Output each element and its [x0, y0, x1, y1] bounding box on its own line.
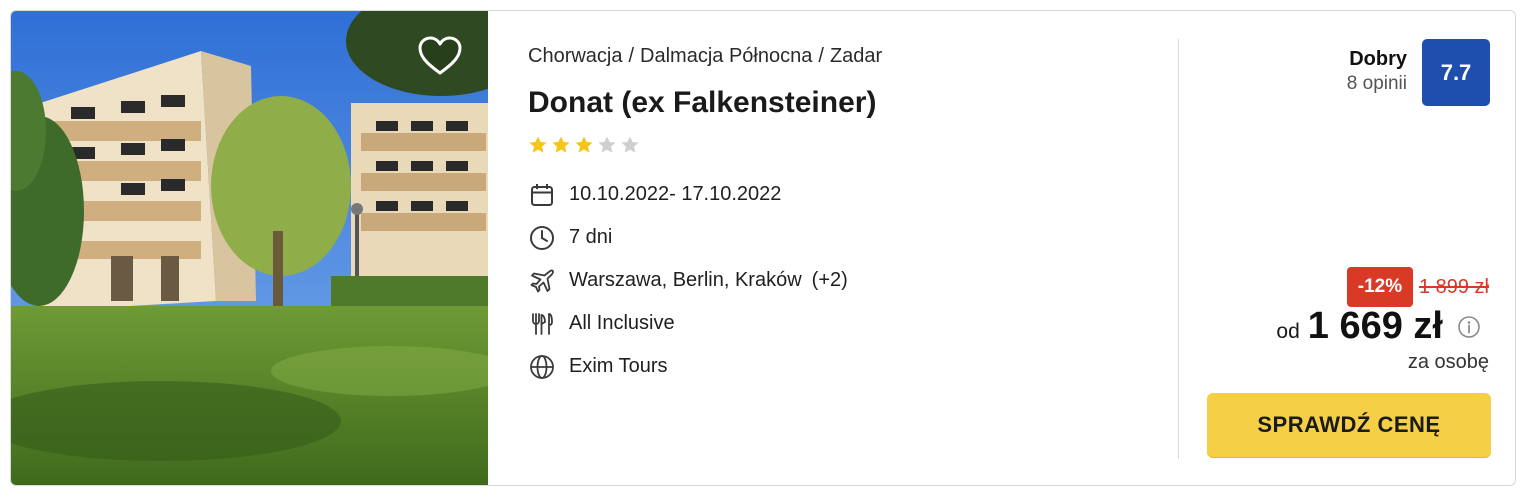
- operator-text: Exim Tours: [569, 355, 668, 377]
- offer-info: Chorwacja / Dalmacja Północna / Zadar Donat …: [528, 41, 1168, 388]
- column-divider: [1178, 39, 1179, 459]
- price-row: od 1 669 zł: [1276, 305, 1481, 348]
- star-empty-icon: [621, 136, 639, 153]
- fact-duration: 7 dni: [528, 216, 1168, 259]
- globe-icon: [528, 353, 556, 381]
- clock-icon: [528, 224, 556, 252]
- rating-summary[interactable]: Dobry 8 opinii: [1347, 47, 1407, 97]
- check-price-button[interactable]: SPRAWDŹ CENĘ: [1207, 393, 1491, 457]
- duration-text: 7 dni: [569, 226, 613, 248]
- hotel-name[interactable]: Donat (ex Falkensteiner): [528, 85, 1168, 121]
- star-empty-icon: [598, 136, 616, 153]
- fact-operator: Exim Tours: [528, 345, 1168, 388]
- offer-facts: 10.10.2022- 17.10.2022 7 dni Warszawa, B…: [528, 173, 1168, 388]
- star-filled-icon: [529, 136, 547, 153]
- hotel-offer-card[interactable]: Chorwacja / Dalmacja Północna / Zadar Donat …: [10, 10, 1516, 486]
- breadcrumb-city[interactable]: Zadar: [830, 45, 882, 67]
- cutlery-icon: [528, 310, 556, 338]
- rating-label: Dobry: [1349, 48, 1407, 70]
- fact-dates: 10.10.2022- 17.10.2022: [528, 173, 1168, 216]
- favorite-heart-icon[interactable]: [416, 35, 464, 77]
- old-price: 1 899 zł: [1418, 275, 1489, 298]
- price-prefix: od: [1276, 320, 1300, 343]
- hotel-star-rating: [528, 135, 1168, 155]
- star-filled-icon: [575, 136, 593, 153]
- price-per-person: za osobę: [1407, 351, 1489, 373]
- departure-cities: Warszawa, Berlin, Kraków: [569, 269, 802, 291]
- info-icon[interactable]: [1457, 315, 1481, 339]
- breadcrumb: Chorwacja / Dalmacja Północna / Zadar: [528, 41, 1168, 71]
- more-departures-link[interactable]: (+2): [812, 269, 848, 292]
- fact-departure: Warszawa, Berlin, Kraków (+2): [528, 259, 1168, 302]
- fact-board: All Inclusive: [528, 302, 1168, 345]
- review-count[interactable]: 8 opinii: [1347, 71, 1407, 97]
- breadcrumb-country[interactable]: Chorwacja: [528, 45, 622, 67]
- hotel-photo[interactable]: [11, 11, 488, 485]
- dates-text: 10.10.2022- 17.10.2022: [569, 183, 782, 205]
- breadcrumb-separator: /: [818, 45, 824, 67]
- current-price: 1 669 zł: [1307, 305, 1443, 347]
- board-text: All Inclusive: [569, 312, 675, 334]
- star-filled-icon: [552, 136, 570, 153]
- breadcrumb-region[interactable]: Dalmacja Północna: [640, 45, 812, 67]
- breadcrumb-separator: /: [628, 45, 635, 67]
- plane-icon: [528, 267, 556, 295]
- discount-row: -12% 1 899 zł: [1346, 267, 1489, 307]
- calendar-icon: [528, 181, 556, 209]
- hotel-photo-image: [11, 11, 488, 485]
- rating-score-badge[interactable]: 7.7: [1422, 39, 1490, 106]
- discount-badge: -12%: [1346, 267, 1413, 307]
